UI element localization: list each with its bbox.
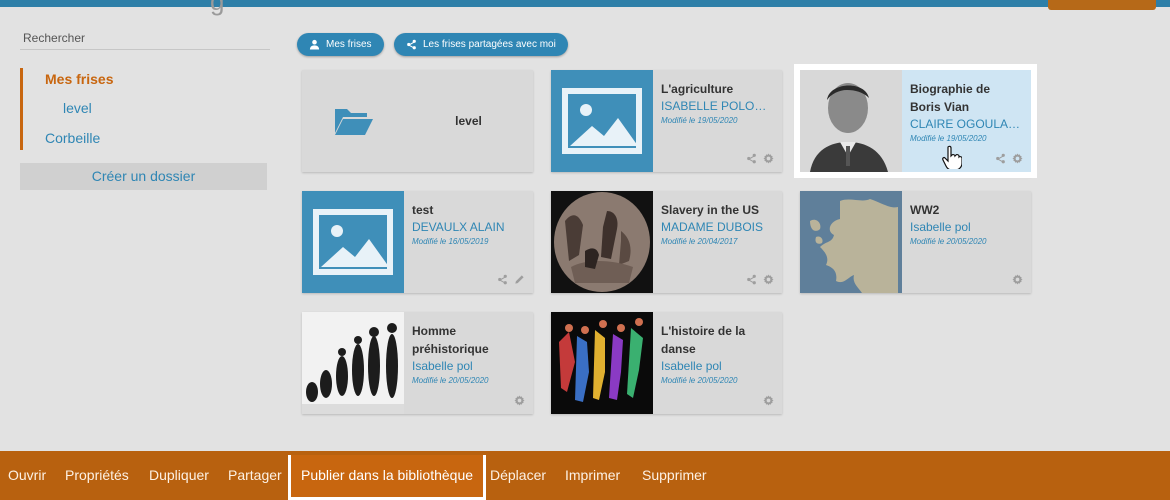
gear-icon[interactable]: [1012, 274, 1023, 285]
sidebar-nav: Mes frises level Corbeille: [20, 68, 270, 150]
hand-cursor-icon: [942, 145, 962, 169]
portrait-thumbnail: [800, 70, 902, 172]
create-folder-button[interactable]: Créer un dossier: [20, 163, 267, 190]
search-input[interactable]: [20, 26, 270, 50]
dancers-thumbnail: [551, 312, 653, 414]
gear-icon[interactable]: [763, 395, 774, 406]
top-bar: [0, 0, 1170, 10]
card-title: L'histoire de la danse: [661, 324, 746, 356]
sidebar-item-level[interactable]: level: [63, 100, 92, 116]
folder-card-level[interactable]: level: [302, 70, 533, 172]
sidebar-item-mes-frises[interactable]: Mes frises: [45, 71, 113, 87]
card-author: CLAIRE OGOULA-N...: [910, 117, 1023, 131]
card-modified-date: Modifié le 19/05/2020: [910, 134, 987, 143]
card-modified-date: Modifié le 20/04/2017: [661, 237, 738, 246]
card-modified-date: Modifié le 16/05/2019: [412, 237, 489, 246]
card-modified-date: Modifié le 20/05/2020: [412, 376, 489, 385]
mes-frises-filter-button[interactable]: Mes frises: [297, 33, 384, 56]
gear-icon[interactable]: [763, 153, 774, 164]
share-icon[interactable]: [746, 153, 757, 164]
card-author: Isabelle pol: [661, 359, 722, 373]
frise-card[interactable]: L'histoire de la danse Isabelle pol Modi…: [551, 312, 782, 414]
card-author: MADAME DUBOIS: [661, 220, 764, 234]
share-icon[interactable]: [995, 153, 1006, 164]
engraving-thumbnail: [551, 191, 653, 293]
card-author: Isabelle pol: [412, 359, 473, 373]
mes-frises-filter-label: Mes frises: [326, 39, 372, 50]
share-icon[interactable]: [497, 274, 508, 285]
frise-card-selected[interactable]: Biographie de Boris Vian CLAIRE OGOULA-N…: [800, 70, 1031, 172]
folder-thumb: [302, 70, 404, 172]
bottom-toolbar: Ouvrir Propriétés Dupliquer Partager Pub…: [0, 451, 1170, 500]
europe-map-thumbnail: [800, 191, 902, 293]
card-title: WW2: [910, 203, 940, 217]
shared-frises-filter-button[interactable]: Les frises partagées avec moi: [394, 33, 568, 56]
toolbar-move-button[interactable]: Déplacer: [488, 451, 548, 500]
shared-frises-filter-label: Les frises partagées avec moi: [423, 39, 556, 50]
card-modified-date: Modifié le 20/05/2020: [661, 376, 738, 385]
folder-open-icon: [335, 109, 373, 135]
top-accent-button[interactable]: [1048, 0, 1156, 10]
pencil-icon[interactable]: [514, 274, 525, 285]
share-icon: [407, 39, 416, 50]
page-title-fragment: g: [210, 0, 225, 16]
user-icon: [309, 39, 320, 50]
toolbar-properties-button[interactable]: Propriétés: [63, 451, 131, 500]
card-author: DEVAULX ALAIN: [412, 220, 505, 234]
card-modified-date: Modifié le 20/05/2020: [910, 237, 987, 246]
toolbar-delete-button[interactable]: Supprimer: [640, 451, 709, 500]
toolbar-duplicate-button[interactable]: Dupliquer: [147, 451, 211, 500]
card-author: Isabelle pol: [910, 220, 971, 234]
evolution-thumbnail: [302, 312, 404, 414]
frise-card[interactable]: Homme préhistorique Isabelle pol Modifié…: [302, 312, 533, 414]
image-placeholder-icon: [302, 191, 404, 293]
frise-card[interactable]: Slavery in the US MADAME DUBOIS Modifié …: [551, 191, 782, 293]
card-title: Homme préhistorique: [412, 324, 489, 356]
frise-card[interactable]: WW2 Isabelle pol Modifié le 20/05/2020: [800, 191, 1031, 293]
gear-icon[interactable]: [763, 274, 774, 285]
card-title: test: [412, 203, 434, 217]
card-title: L'agriculture: [661, 82, 734, 96]
gear-icon[interactable]: [514, 395, 525, 406]
sidebar-item-corbeille[interactable]: Corbeille: [45, 130, 100, 146]
image-placeholder-icon: [551, 70, 653, 172]
toolbar-open-button[interactable]: Ouvrir: [6, 451, 48, 500]
share-icon[interactable]: [746, 274, 757, 285]
gear-icon[interactable]: [1012, 153, 1023, 164]
frise-card[interactable]: L'agriculture ISABELLE POLONI... Modifié…: [551, 70, 782, 172]
frise-card[interactable]: test DEVAULX ALAIN Modifié le 16/05/2019: [302, 191, 533, 293]
card-title: Slavery in the US: [661, 203, 760, 217]
card-title: Biographie de Boris Vian: [910, 82, 991, 114]
toolbar-print-button[interactable]: Imprimer: [563, 451, 622, 500]
card-modified-date: Modifié le 19/05/2020: [661, 116, 738, 125]
card-author: ISABELLE POLONI...: [661, 99, 774, 113]
toolbar-share-button[interactable]: Partager: [226, 451, 284, 500]
folder-title: level: [455, 114, 482, 128]
toolbar-publish-library-button[interactable]: Publier dans la bibliothèque: [288, 455, 487, 500]
